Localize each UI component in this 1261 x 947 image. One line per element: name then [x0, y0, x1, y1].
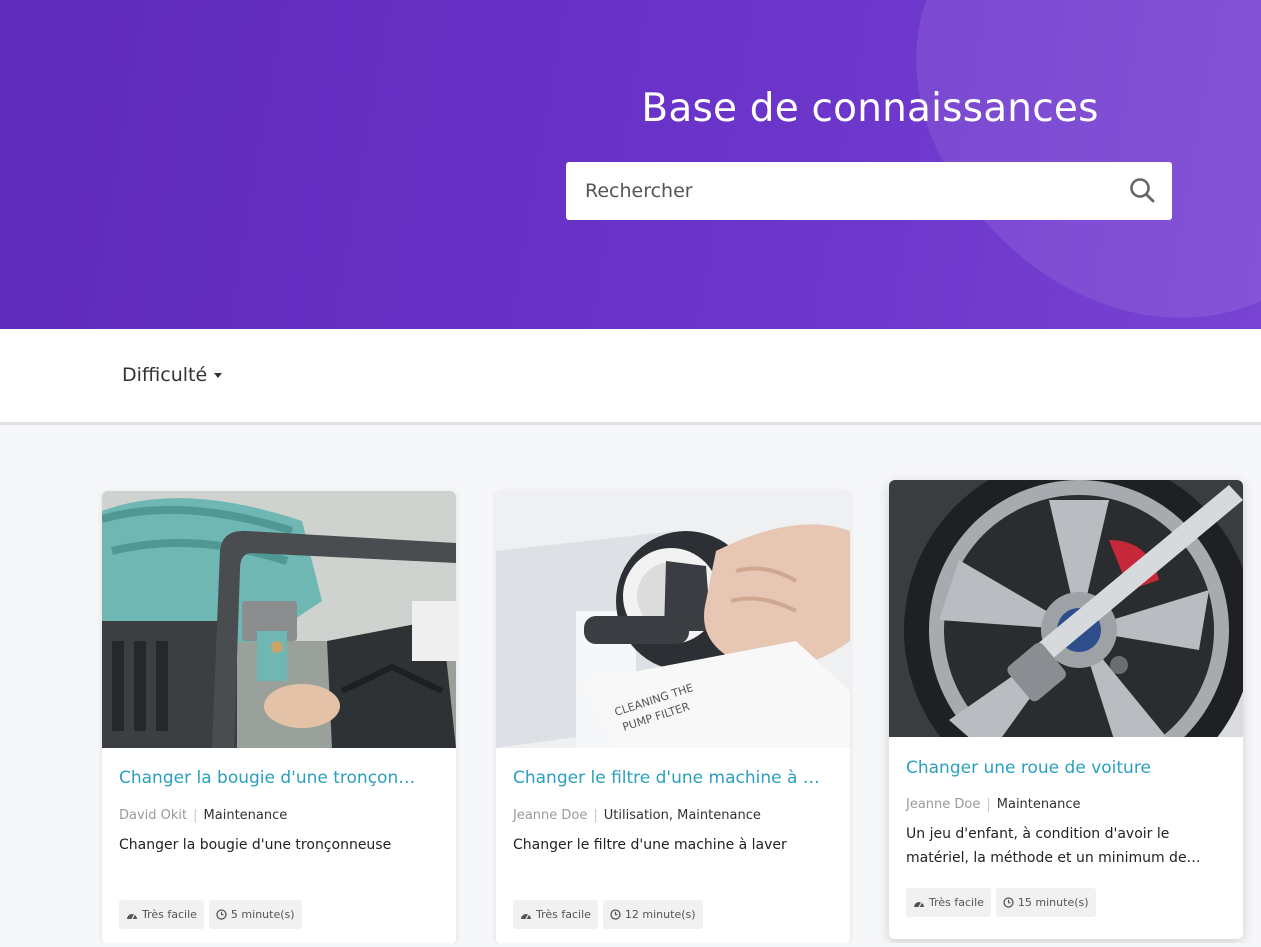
- article-title[interactable]: Changer une roue de voiture: [906, 758, 1226, 778]
- article-card[interactable]: CLEANING THE PUMP FILTER Changer le filt…: [496, 491, 850, 944]
- article-author: Jeanne Doe: [906, 797, 981, 812]
- article-description: Un jeu d'enfant, à condition d'avoir le …: [906, 826, 1201, 866]
- page-title: Base de connaissances: [641, 86, 1099, 131]
- search-icon: [1130, 178, 1155, 203]
- filter-bar: Difficulté: [0, 329, 1261, 425]
- article-meta: David Okit | Maintenance: [119, 808, 287, 823]
- article-author: David Okit: [119, 808, 188, 823]
- article-thumbnail: [889, 480, 1243, 737]
- caret-down-icon: [214, 373, 223, 378]
- difficulty-badge: Très facile: [119, 900, 204, 929]
- duration-badge-label: 15 minute(s): [1017, 896, 1089, 909]
- clock-icon: [1003, 897, 1014, 908]
- difficulty-badge-label: Très facile: [142, 908, 197, 921]
- difficulty-dropdown-label: Difficulté: [122, 364, 208, 386]
- article-meta: Jeanne Doe | Utilisation, Maintenance: [513, 808, 761, 823]
- duration-badge: 5 minute(s): [208, 900, 302, 929]
- article-categories: Maintenance: [996, 797, 1081, 812]
- article-card[interactable]: Changer une roue de voiture Jeanne Doe | M…: [889, 480, 1243, 939]
- article-badges: Très facile 12 minute(s): [513, 900, 703, 929]
- search-box: [566, 162, 1172, 220]
- hero-banner: Base de connaissances: [0, 0, 1261, 329]
- article-categories: Utilisation, Maintenance: [603, 808, 761, 823]
- meta-separator: |: [986, 797, 991, 812]
- duration-badge: 15 minute(s): [995, 888, 1096, 917]
- duration-badge-label: 12 minute(s): [624, 908, 696, 921]
- article-title[interactable]: Changer la bougie d'une tronçon…: [119, 768, 439, 788]
- difficulty-gauge-icon: [914, 901, 924, 907]
- difficulty-badge: Très facile: [513, 900, 598, 929]
- difficulty-gauge-icon: [127, 913, 137, 919]
- difficulty-badge-label: Très facile: [536, 908, 591, 921]
- article-title[interactable]: Changer le filtre d'une machine à …: [513, 768, 833, 788]
- duration-badge-label: 5 minute(s): [230, 908, 295, 921]
- difficulty-badge-label: Très facile: [929, 896, 984, 909]
- difficulty-dropdown[interactable]: Difficulté: [122, 364, 223, 386]
- page-bottom-edge: [0, 943, 1261, 947]
- article-description: Changer le filtre d'une machine à laver: [513, 837, 787, 853]
- search-button[interactable]: [1128, 176, 1158, 206]
- article-description: Changer la bougie d'une tronçonneuse: [119, 837, 392, 853]
- article-card[interactable]: Changer la bougie d'une tronçon… David O…: [102, 491, 456, 944]
- article-meta: Jeanne Doe | Maintenance: [906, 797, 1081, 812]
- article-badges: Très facile 15 minute(s): [906, 888, 1096, 917]
- article-thumbnail: CLEANING THE PUMP FILTER: [496, 491, 850, 748]
- meta-separator: |: [593, 808, 598, 823]
- search-input[interactable]: [566, 162, 1106, 220]
- difficulty-gauge-icon: [521, 913, 531, 919]
- difficulty-badge: Très facile: [906, 888, 991, 917]
- article-categories: Maintenance: [203, 808, 288, 823]
- article-badges: Très facile 5 minute(s): [119, 900, 302, 929]
- article-thumbnail: [102, 491, 456, 748]
- article-author: Jeanne Doe: [513, 808, 588, 823]
- meta-separator: |: [193, 808, 198, 823]
- duration-badge: 12 minute(s): [602, 900, 703, 929]
- clock-icon: [216, 909, 227, 920]
- clock-icon: [610, 909, 621, 920]
